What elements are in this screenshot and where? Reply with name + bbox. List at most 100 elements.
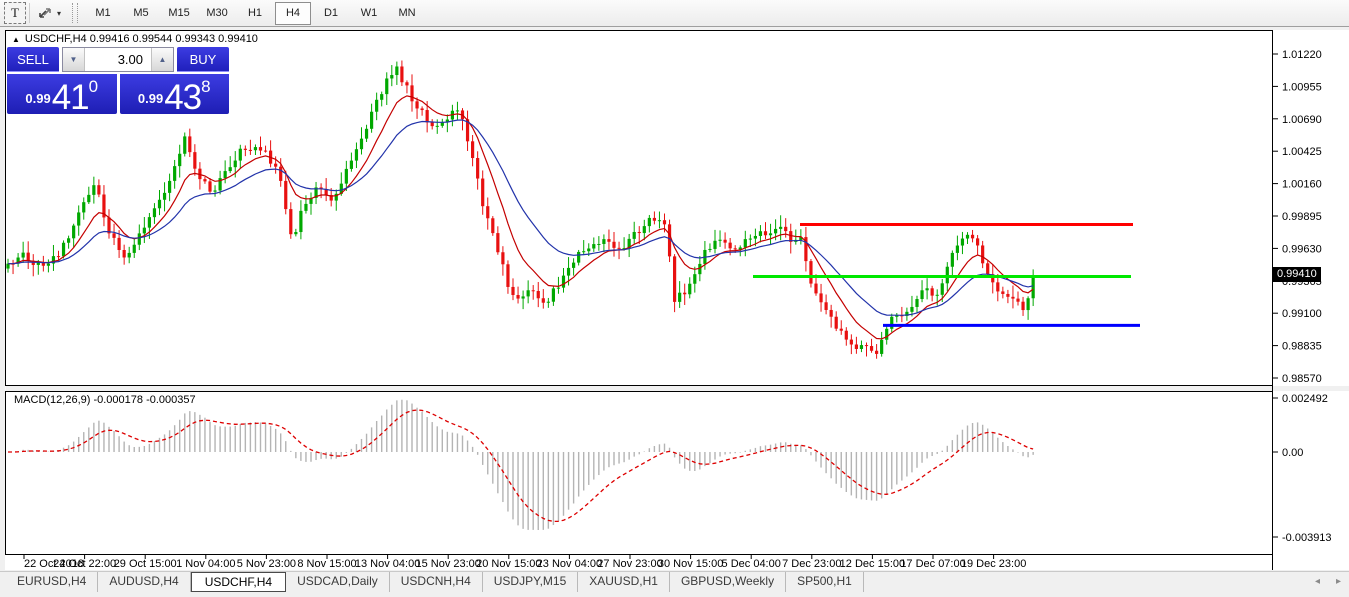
candle-body [612,242,615,248]
candle-body [860,345,863,349]
cursor-mode-button[interactable]: ▾ [33,2,64,24]
candle-body [143,228,146,234]
candle-body [865,345,868,346]
timeframe-button-m30[interactable]: M30 [199,2,235,25]
candle-body [542,298,545,302]
buy-button[interactable]: BUY [177,47,229,72]
candle-body [350,161,353,169]
candle-body [148,217,151,228]
candle-body [850,340,853,345]
buy-price-button[interactable]: 0.99 43 8 [120,74,230,114]
chart-tab-gbpusd[interactable]: GBPUSD,Weekly [670,572,786,592]
volume-spinner: ▼ 3.00 ▲ [62,47,174,72]
candle-body [506,264,509,287]
volume-decrease-button[interactable]: ▼ [63,48,85,71]
candle-body [213,190,216,191]
time-axis-label: 7 Dec 23:00 [782,558,841,570]
candle-body [496,233,499,252]
candle-body [784,227,787,231]
sell-price-button[interactable]: 0.99 41 0 [7,74,117,114]
macd-axis-label: -0.003913 [1282,532,1332,544]
candle-body [749,239,752,240]
timeframe-button-d1[interactable]: D1 [313,2,349,25]
price-axis-label: 1.00160 [1282,179,1322,191]
candle-body [744,239,747,247]
tab-scroll-left-icon[interactable]: ◂ [1315,576,1320,587]
candle-body [87,195,90,202]
candle-body [415,101,418,108]
symbol-ohlc-text: USDCHF,H4 0.99416 0.99544 0.99343 0.9941… [25,33,258,45]
volume-increase-button[interactable]: ▲ [151,48,173,71]
candle-body [516,295,519,299]
price-axis-label: 1.00955 [1282,81,1322,93]
candle-body [274,164,277,167]
text-tool-icon[interactable]: T [4,2,26,24]
chart-tab-usdcnh[interactable]: USDCNH,H4 [390,572,483,592]
candle-body [835,317,838,329]
candle-body [355,149,358,160]
one-click-trade-panel: SELL ▼ 3.00 ▲ BUY 0.99 41 0 0.99 43 8 [7,47,229,114]
price-axis-label: 1.00425 [1282,146,1322,158]
toolbar-separator [29,3,30,23]
candle-body [6,264,9,269]
candle-body [112,233,115,238]
candle-body [193,152,196,169]
chart-tab-eurusd[interactable]: EURUSD,H4 [6,572,98,592]
candle-body [653,218,656,221]
chart-tab-usdchf[interactable]: USDCHF,H4 [191,572,286,592]
candle-body [527,290,530,296]
timeframe-button-m15[interactable]: M15 [161,2,197,25]
candle-body [602,239,605,244]
candle-body [234,161,237,168]
candle-body [840,329,843,331]
candle-body [304,204,307,211]
candle-body [936,295,939,296]
candle-body [926,288,929,290]
candle-body [592,244,595,248]
candle-body [284,181,287,209]
volume-input[interactable]: 3.00 [85,48,151,71]
candle-body [264,151,267,152]
chart-tab-usdcad[interactable]: USDCAD,Daily [286,572,390,592]
time-axis-label: 5 Dec 04:00 [722,558,781,570]
candle-body [724,240,727,243]
pane-splitter[interactable] [6,386,1273,391]
timeframe-button-m1[interactable]: M1 [85,2,121,25]
candle-body [410,85,413,101]
candle-body [547,302,550,303]
candle-body [557,288,560,289]
tab-scroll-buttons: ◂ ▸ [1315,576,1341,587]
candle-body [279,167,282,181]
candle-body [956,246,959,253]
candle-body [82,202,85,212]
timeframe-button-m5[interactable]: M5 [123,2,159,25]
chart-tab-usdjpy[interactable]: USDJPY,M15 [483,572,578,592]
chart-tabs: EURUSD,H4AUDUSD,H4USDCHF,H4USDCAD,DailyU… [6,572,864,592]
collapse-panel-icon[interactable]: ▲ [12,35,20,44]
timeframe-button-mn[interactable]: MN [389,2,425,25]
time-axis-label: 27 Nov 23:00 [597,558,662,570]
time-axis-label: 5 Nov 23:00 [237,558,296,570]
chart-tab-sp500[interactable]: SP500,H1 [786,572,864,592]
sell-price-prefix: 0.99 [25,91,50,106]
candle-body [380,94,383,100]
candle-body [880,340,883,354]
candle-body [62,243,65,257]
timeframe-button-h4[interactable]: H4 [275,2,311,25]
buy-price-prefix: 0.99 [138,91,163,106]
timeframe-button-h1[interactable]: H1 [237,2,273,25]
chart-tab-audusd[interactable]: AUDUSD,H4 [98,572,190,592]
tab-scroll-right-icon[interactable]: ▸ [1336,576,1341,587]
candle-body [421,108,424,110]
timeframe-button-w1[interactable]: W1 [351,2,387,25]
sell-button[interactable]: SELL [7,47,59,72]
chart-tab-xauusd[interactable]: XAUUSD,H1 [578,572,670,592]
price-axis-label: 0.99100 [1282,308,1322,320]
candle-body [97,185,100,194]
candle-body [1001,291,1004,294]
candle-body [107,217,110,233]
candle-body [153,208,156,217]
time-axis-label: 29 Oct 15:00 [114,558,177,570]
candle-body [254,147,257,150]
candle-body [885,329,888,340]
